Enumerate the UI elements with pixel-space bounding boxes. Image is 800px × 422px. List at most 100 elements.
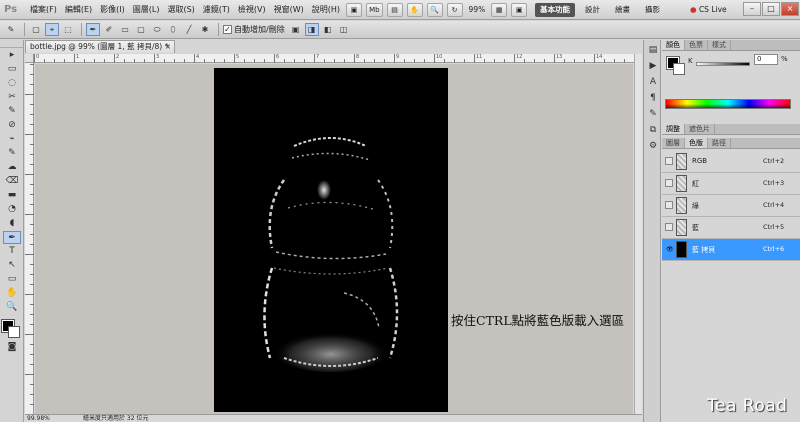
document-canvas[interactable]: 按住CTRL點將藍色版載入選區 <box>35 64 633 414</box>
dodge-tool-icon[interactable]: ◖ <box>3 217 21 230</box>
line-button[interactable]: ╱ <box>182 23 196 36</box>
shape-tool-icon[interactable]: ▭ <box>3 273 21 286</box>
k-value-field[interactable]: 0 <box>754 54 778 65</box>
visibility-toggle[interactable] <box>665 223 673 231</box>
tab-color[interactable]: 顏色 <box>662 40 685 50</box>
arrange-documents-button[interactable]: ▦ <box>491 2 508 17</box>
visibility-toggle[interactable] <box>665 179 673 187</box>
zoom-tool-button[interactable]: 🔍 <box>426 2 443 17</box>
tool-presets-icon[interactable]: ⚙ <box>646 140 660 152</box>
screen-mode-button[interactable]: ▣ <box>511 2 528 17</box>
tab-styles[interactable]: 樣式 <box>708 40 731 50</box>
fill-pixels-button[interactable]: ⬚ <box>61 23 75 36</box>
visibility-toggle[interactable] <box>665 157 673 165</box>
paragraph-icon[interactable]: ¶ <box>646 92 660 104</box>
paths-button[interactable]: ⌖ <box>45 23 59 36</box>
document-tab[interactable]: bottle.jpg @ 99% (圖層 1, 藍 拷貝/8) * × <box>25 40 175 53</box>
clone-stamp-tool-icon[interactable]: ✎ <box>3 147 21 160</box>
close-document-icon[interactable]: × <box>165 41 171 53</box>
tool-preset-picker[interactable]: ✎ <box>4 23 18 36</box>
pen-tool-icon[interactable]: ✒ <box>3 231 21 244</box>
path-exclude-button[interactable]: ◫ <box>337 23 351 36</box>
rectangle-button[interactable]: ▭ <box>118 23 132 36</box>
quick-mask-icon[interactable]: ◙ <box>3 341 21 354</box>
tab-swatches[interactable]: 色票 <box>685 40 708 50</box>
custom-shape-button[interactable]: ✱ <box>198 23 212 36</box>
k-slider[interactable] <box>696 62 750 66</box>
workspace-photography[interactable]: 攝影 <box>640 3 665 17</box>
crop-tool-icon[interactable]: ✂ <box>3 91 21 104</box>
channel-row[interactable]: 藍 Ctrl+5 <box>662 217 800 239</box>
zoom-level[interactable]: 99% <box>469 5 486 14</box>
channel-row[interactable]: 綠 Ctrl+4 <box>662 195 800 217</box>
menu-image[interactable]: 影像(I) <box>96 0 129 20</box>
history-brush-tool-icon[interactable]: ☁ <box>3 161 21 174</box>
tab-masks[interactable]: 遮色片 <box>685 124 715 134</box>
mini-bridge-button[interactable]: Mb <box>366 2 383 17</box>
polygon-button[interactable]: ⬯ <box>166 23 180 36</box>
menu-help[interactable]: 說明(H) <box>308 0 344 20</box>
panel-grip[interactable] <box>0 40 23 48</box>
ellipse-button[interactable]: ⬭ <box>150 23 164 36</box>
lasso-tool-icon[interactable]: ◌ <box>3 77 21 90</box>
close-button[interactable]: × <box>781 2 799 16</box>
visibility-toggle[interactable] <box>665 201 673 209</box>
menu-window[interactable]: 視窗(W) <box>270 0 308 20</box>
view-extras-button[interactable]: ▤ <box>386 2 403 17</box>
channel-row[interactable]: RGB Ctrl+2 <box>662 151 800 173</box>
rotate-view-button[interactable]: ↻ <box>446 2 463 17</box>
freeform-pen-button[interactable]: ✐ <box>102 23 116 36</box>
workspace-essentials[interactable]: 基本功能 <box>535 3 575 17</box>
menu-select[interactable]: 選取(S) <box>163 0 198 20</box>
tab-adjustments[interactable]: 調整 <box>662 124 685 134</box>
color-spectrum[interactable] <box>665 99 791 109</box>
path-subtract-button[interactable]: ◨ <box>304 23 319 36</box>
character-icon[interactable]: A <box>646 76 660 88</box>
ruler-origin[interactable] <box>25 54 34 63</box>
brush-tool-icon[interactable]: ⌁ <box>3 133 21 146</box>
path-add-button[interactable]: ▣ <box>289 23 303 36</box>
color-background-swatch[interactable] <box>673 63 685 75</box>
tab-layers[interactable]: 圖層 <box>662 138 685 148</box>
channel-row-selected[interactable]: 👁 藍 拷貝 Ctrl+6 <box>662 239 800 261</box>
menu-view[interactable]: 檢視(V) <box>234 0 270 20</box>
vertical-scrollbar[interactable] <box>634 54 642 414</box>
actions-icon[interactable]: ▶ <box>646 60 660 72</box>
eyedropper-tool-icon[interactable]: ✎ <box>3 105 21 118</box>
history-icon[interactable]: ▤ <box>646 44 660 56</box>
ruler-vertical[interactable] <box>25 54 34 414</box>
hand-tool-button[interactable]: ✋ <box>406 2 423 17</box>
menu-file[interactable]: 檔案(F) <box>26 0 61 20</box>
healing-brush-tool-icon[interactable]: ⊘ <box>3 119 21 132</box>
minimize-button[interactable]: – <box>743 2 761 16</box>
type-tool-icon[interactable]: T <box>3 245 21 258</box>
clone-source-icon[interactable]: ⧉ <box>646 124 660 136</box>
tab-channels[interactable]: 色版 <box>685 138 708 148</box>
color-swatches[interactable] <box>1 319 22 340</box>
rounded-rectangle-button[interactable]: ▢ <box>134 23 148 36</box>
tab-paths[interactable]: 路徑 <box>708 138 731 148</box>
status-zoom[interactable]: 99.98% <box>27 415 50 422</box>
menu-edit[interactable]: 編輯(E) <box>61 0 96 20</box>
pen-tool-button[interactable]: ✒ <box>86 23 100 36</box>
blur-tool-icon[interactable]: ◔ <box>3 203 21 216</box>
background-color[interactable] <box>8 326 20 338</box>
auto-add-delete-checkbox[interactable]: ✓ <box>223 25 232 34</box>
workspace-design[interactable]: 設計 <box>580 3 605 17</box>
maximize-button[interactable]: □ <box>762 2 780 16</box>
workspace-painting[interactable]: 繪畫 <box>610 3 635 17</box>
eraser-tool-icon[interactable]: ⌫ <box>3 175 21 188</box>
menu-layer[interactable]: 圖層(L) <box>129 0 164 20</box>
brush-presets-icon[interactable]: ✎ <box>646 108 660 120</box>
ruler-horizontal[interactable]: 0123456789101112131415 <box>34 54 642 63</box>
menu-filter[interactable]: 濾鏡(T) <box>199 0 234 20</box>
move-tool-icon[interactable]: ▸ <box>3 49 21 62</box>
shape-layers-button[interactable]: ▢ <box>29 23 43 36</box>
path-intersect-button[interactable]: ◧ <box>321 23 335 36</box>
bridge-button[interactable]: ▣ <box>346 2 363 17</box>
hand-tool-icon[interactable]: ✋ <box>3 287 21 300</box>
eye-icon[interactable]: 👁 <box>665 245 674 253</box>
gradient-tool-icon[interactable]: ▬ <box>3 189 21 202</box>
channel-row[interactable]: 紅 Ctrl+3 <box>662 173 800 195</box>
marquee-tool-icon[interactable]: ▭ <box>3 63 21 76</box>
